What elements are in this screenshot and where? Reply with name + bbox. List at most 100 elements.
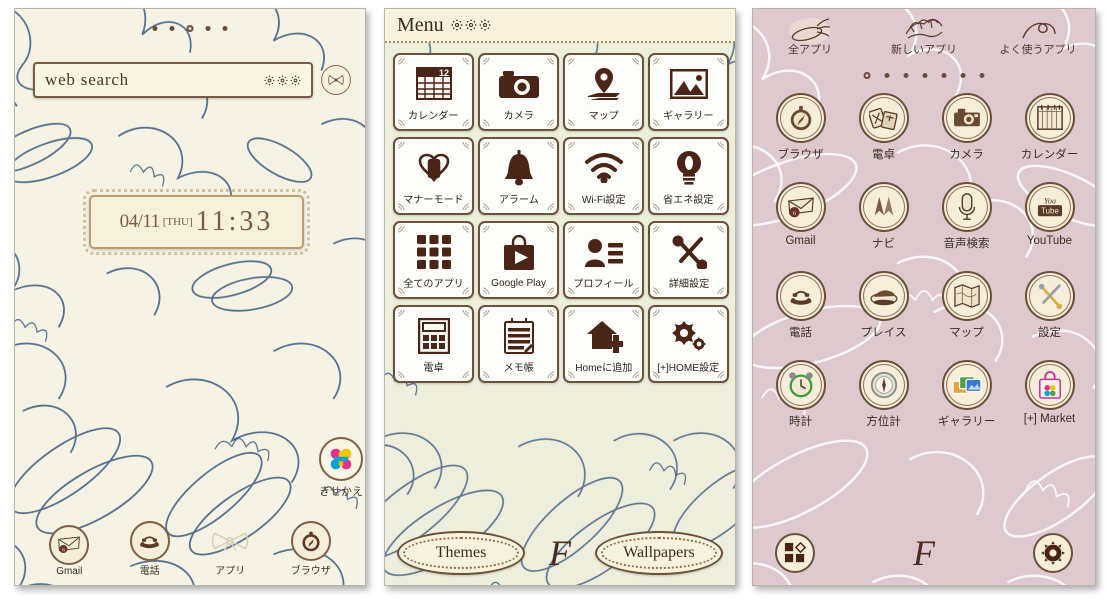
app-drawer-page-indicator[interactable] xyxy=(863,72,985,79)
kisekae-shortcut[interactable]: きせかえ xyxy=(317,437,365,499)
corner-flourish xyxy=(462,142,469,149)
page-dot[interactable] xyxy=(169,26,175,31)
app-compass[interactable]: 方位計 xyxy=(842,360,925,429)
notepad-icon xyxy=(503,314,534,358)
menu-tile-camera[interactable]: カメラ xyxy=(478,53,559,131)
page-dot[interactable] xyxy=(903,73,909,78)
app-calendar[interactable]: カレンダー xyxy=(1008,93,1091,162)
page-dot[interactable] xyxy=(205,26,211,31)
page-dot[interactable] xyxy=(960,73,966,78)
home-screen: web search 04/11 [THU] 11:33 きせかえ 6 Gmai… xyxy=(14,8,366,586)
tools-icon xyxy=(671,230,707,274)
settings-button[interactable] xyxy=(1033,533,1073,573)
menu-tile-map[interactable]: マップ xyxy=(563,53,644,131)
app-gallery[interactable]: ギャラリー xyxy=(925,360,1008,429)
search-input[interactable]: web search xyxy=(45,70,264,90)
menu-tile-profile[interactable]: プロフィール xyxy=(563,221,644,299)
menu-tile-label: Homeに追加 xyxy=(574,361,633,374)
microphone-icon xyxy=(941,182,992,232)
app-navi[interactable]: ナビ xyxy=(842,182,925,251)
page-dot[interactable] xyxy=(152,26,158,31)
web-search-widget[interactable]: web search xyxy=(33,62,313,98)
tab-frequent-apps[interactable]: よく使うアプリ xyxy=(986,15,1090,57)
tab-new-apps[interactable]: 新しいアプリ xyxy=(872,15,976,57)
app-voice-search[interactable]: 音声検索 xyxy=(925,182,1008,251)
search-settings-gears-icon[interactable] xyxy=(264,74,301,86)
dock-item-apps[interactable]: アプリ xyxy=(199,521,261,577)
calendar-icon xyxy=(1024,93,1075,143)
menu-tile-silent-mode[interactable]: マナーモード xyxy=(393,137,474,215)
menu-tile-detailed-settings[interactable]: 詳細設定 xyxy=(648,221,729,299)
corner-flourish xyxy=(632,119,639,126)
dock-item-gmail[interactable]: 6 Gmail xyxy=(38,525,100,577)
app-phone[interactable]: 電話 xyxy=(759,271,842,340)
wallpapers-button[interactable]: Wallpapers xyxy=(595,531,723,575)
app-label: プレイス xyxy=(860,327,907,339)
tab-all-apps[interactable]: 全アプリ xyxy=(758,15,862,57)
dock-label: ブラウザ xyxy=(290,566,331,577)
menu-tile-label: 全てのアプリ xyxy=(403,277,464,290)
app-map[interactable]: マップ xyxy=(925,271,1008,340)
corner-flourish xyxy=(547,58,554,65)
menu-settings-gears-icon[interactable] xyxy=(450,19,491,31)
gallery-photos-icon xyxy=(941,360,992,410)
menu-tile-alarm[interactable]: アラーム xyxy=(478,137,559,215)
dock-label: 電話 xyxy=(139,566,160,577)
page-dot-active[interactable] xyxy=(186,25,194,32)
corner-flourish xyxy=(717,119,724,126)
menu-tile-google-play[interactable]: Google Play xyxy=(478,221,559,299)
app-places[interactable]: プレイス xyxy=(842,271,925,340)
menu-tile-add-home[interactable]: Homeに追加 xyxy=(563,305,644,383)
corner-flourish xyxy=(653,226,660,233)
corner-flourish xyxy=(568,119,575,126)
tab-label: よく使うアプリ xyxy=(999,44,1077,56)
app-market[interactable]: [+] Market xyxy=(1008,360,1091,429)
menu-tile-memo[interactable]: メモ帳 xyxy=(478,305,559,383)
monogram-f: F xyxy=(549,533,571,573)
app-label: ブラウザ xyxy=(777,149,824,161)
corner-flourish xyxy=(568,226,575,233)
themes-button[interactable]: Themes xyxy=(397,531,525,575)
app-label: 電卓 xyxy=(872,149,895,161)
app-camera[interactable]: カメラ xyxy=(925,93,1008,162)
menu-tile-label: マップ xyxy=(588,109,619,122)
app-grid-button[interactable] xyxy=(775,533,815,573)
home-page-indicator[interactable] xyxy=(152,25,228,32)
bow-button[interactable] xyxy=(321,65,351,95)
dock-item-phone[interactable]: 電話 xyxy=(119,521,181,577)
page-dot[interactable] xyxy=(979,73,985,78)
app-label: カレンダー xyxy=(1020,149,1079,161)
corner-flourish xyxy=(717,310,724,317)
page-dot-active[interactable] xyxy=(863,72,871,79)
svg-text:You: You xyxy=(1043,196,1055,205)
screenshot-stage: web search 04/11 [THU] 11:33 きせかえ 6 Gmai… xyxy=(0,0,1106,600)
menu-tile-wifi[interactable]: Wi-Fi設定 xyxy=(563,137,644,215)
search-bar[interactable]: web search xyxy=(33,62,313,98)
kisekae-label: きせかえ xyxy=(319,486,363,498)
menu-tile-all-apps[interactable]: 全てのアプリ xyxy=(393,221,474,299)
page-dot[interactable] xyxy=(222,26,228,31)
page-dot[interactable] xyxy=(941,73,947,78)
app-youtube[interactable]: You Tube YouTube xyxy=(1008,182,1091,251)
menu-tile-home-settings[interactable]: [+]HOME設定 xyxy=(648,305,729,383)
camera-icon xyxy=(498,62,539,106)
svg-text:6: 6 xyxy=(62,547,65,553)
menu-tile-calculator[interactable]: 電卓 xyxy=(393,305,474,383)
page-dot[interactable] xyxy=(922,73,928,78)
app-calculator[interactable]: 電卓 xyxy=(842,93,925,162)
app-settings[interactable]: 設定 xyxy=(1008,271,1091,340)
bow-icon xyxy=(328,74,344,86)
menu-tile-eco[interactable]: 省エネ設定 xyxy=(648,137,729,215)
app-browser[interactable]: ブラウザ xyxy=(759,93,842,162)
page-dot[interactable] xyxy=(884,73,890,78)
menu-tile-calendar[interactable]: 12 カレンダー xyxy=(393,53,474,131)
clock-widget[interactable]: 04/11 [THU] 11:33 xyxy=(83,189,310,255)
menu-tile-gallery[interactable]: ギャラリー xyxy=(648,53,729,131)
app-label: マップ xyxy=(949,327,984,339)
map-icon xyxy=(941,271,992,321)
corner-flourish xyxy=(398,371,405,378)
corner-flourish xyxy=(462,58,469,65)
app-gmail[interactable]: 6 Gmail xyxy=(759,182,842,251)
dock-item-browser[interactable]: ブラウザ xyxy=(280,521,342,577)
app-clock[interactable]: 時計 xyxy=(759,360,842,429)
